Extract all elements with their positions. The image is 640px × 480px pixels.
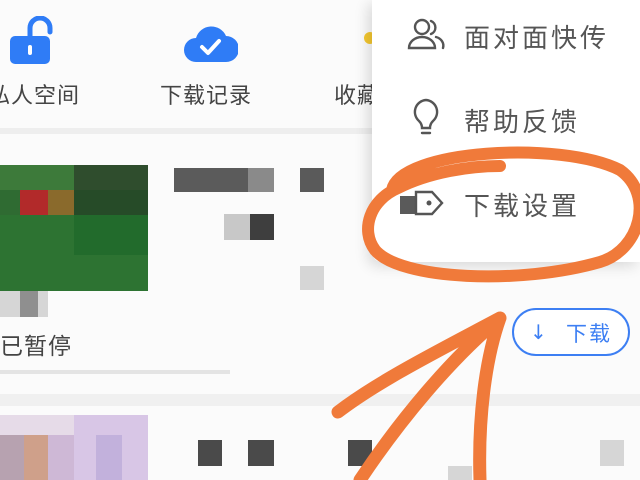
file-thumbnail[interactable] — [0, 415, 148, 480]
popup-menu: 面对面快传 帮助反馈 下载设置 ⌃ — [372, 0, 640, 273]
file-title — [300, 168, 324, 192]
section-divider — [0, 394, 640, 406]
menu-item-face-to-face[interactable]: 面对面快传 — [372, 0, 640, 70]
download-button-label: 下载 — [566, 322, 612, 346]
section-divider — [0, 128, 372, 134]
cloud-check-icon[interactable] — [182, 20, 239, 66]
thumbnail-artifact — [20, 291, 38, 317]
file-meta — [300, 266, 324, 290]
file-meta — [250, 214, 274, 240]
file-thumbnail[interactable] — [0, 165, 148, 291]
file-title — [198, 440, 222, 466]
menu-label-help-feedback: 帮助反馈 — [464, 108, 581, 138]
file-title — [348, 440, 372, 466]
download-status: 已暂停 — [0, 334, 72, 360]
star-icon[interactable] — [358, 28, 376, 48]
file-meta — [224, 214, 250, 240]
file-title — [448, 466, 472, 480]
menu-scroll-hint: ⌃ — [402, 262, 411, 273]
shortcut-label-private[interactable]: 私人空间 — [0, 78, 80, 110]
shortcut-bar: 私人空间 下载记录 收藏 — [0, 0, 376, 120]
menu-label-download-settings: 下载设置 — [464, 192, 581, 222]
lightbulb-icon — [412, 98, 440, 138]
tag-icon — [398, 188, 446, 218]
file-title — [248, 168, 274, 192]
lock-icon[interactable] — [6, 15, 60, 66]
arrow-down-icon: ↓ — [530, 320, 547, 344]
download-button[interactable]: ↓ 下载 — [512, 308, 630, 356]
menu-item-help-feedback[interactable]: 帮助反馈 — [372, 86, 640, 156]
menu-label-face-to-face: 面对面快传 — [464, 24, 610, 54]
menu-item-download-settings[interactable]: 下载设置 — [372, 170, 640, 240]
shortcut-label-favorites[interactable]: 收藏 — [334, 78, 372, 110]
users-icon — [406, 18, 446, 50]
file-title — [248, 440, 274, 466]
shortcut-label-downloads[interactable]: 下载记录 — [160, 78, 252, 110]
file-title — [600, 440, 624, 466]
progress-track — [0, 370, 230, 374]
